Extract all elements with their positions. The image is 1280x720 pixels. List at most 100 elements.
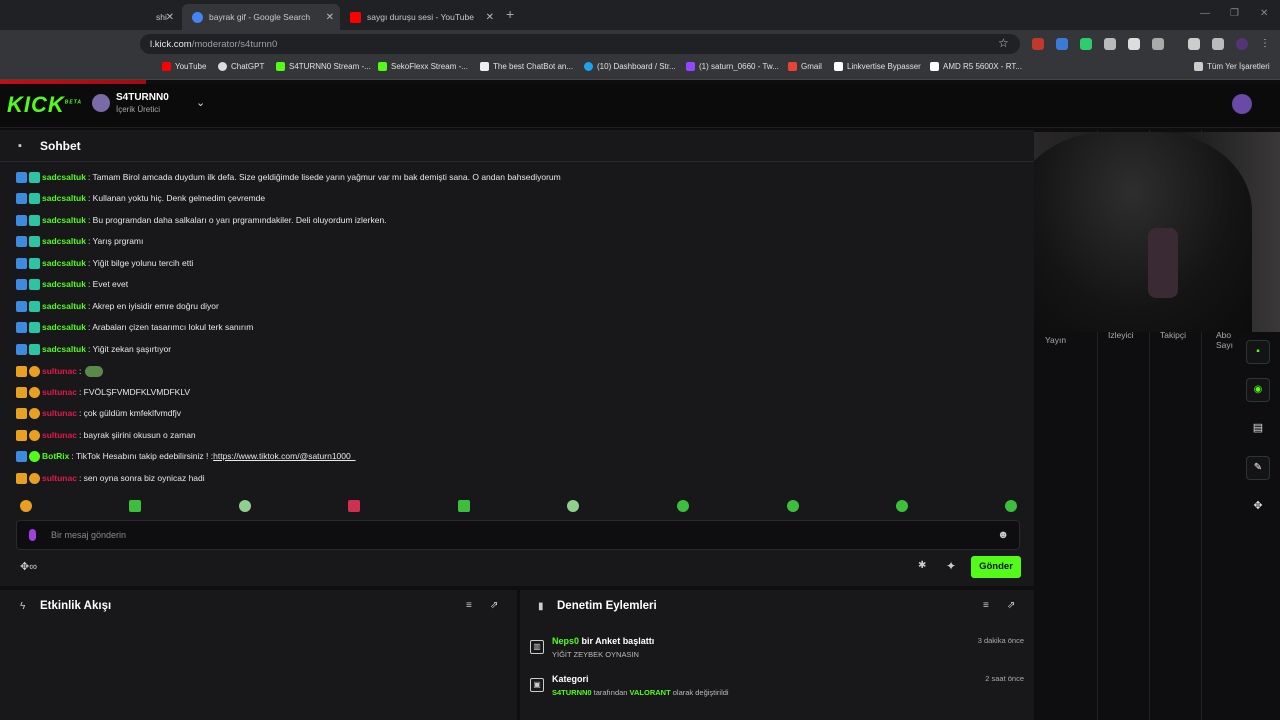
username[interactable]: sultunac — [42, 387, 77, 397]
message-text: : Yiğit bilge yolunu tercih etti — [87, 258, 194, 268]
broadcast-icon[interactable]: ◉ — [1246, 378, 1270, 402]
poll-icon: ▥ — [530, 640, 544, 654]
emote-icon[interactable] — [20, 500, 32, 512]
points-icon[interactable]: ✥ — [1246, 494, 1270, 518]
close-icon[interactable]: ✕ — [166, 12, 174, 23]
media-icon[interactable] — [1212, 38, 1224, 50]
browser-tab[interactable]: shi ✕ — [146, 4, 180, 30]
emote-icon[interactable] — [129, 500, 141, 512]
close-icon[interactable]: ✕ — [326, 12, 334, 23]
chat-icon[interactable]: ▪ — [1246, 340, 1270, 364]
username[interactable]: sultunac — [42, 408, 77, 418]
bookmark-item[interactable]: S4TURNN0 Stream -... — [276, 62, 371, 71]
username[interactable]: sadcsaltuk — [42, 279, 86, 289]
popout-icon[interactable]: ⇗ — [1007, 600, 1015, 611]
profile-avatar[interactable] — [1236, 38, 1248, 50]
bookmark-item[interactable]: YouTube — [162, 62, 206, 71]
gear-icon[interactable]: ✱ — [918, 560, 926, 571]
message-text: : TikTok Hesabını takip edebilirsiniz ! … — [71, 451, 214, 461]
username[interactable]: sadcsaltuk — [42, 236, 86, 246]
kick-logo[interactable]: KICKBETA — [7, 92, 82, 118]
chat-input[interactable]: Bir mesaj gönderin ☻ — [16, 520, 1020, 550]
username[interactable]: sadcsaltuk — [42, 301, 86, 311]
username[interactable]: sadcsaltuk — [42, 344, 86, 354]
bookmark-item[interactable]: (10) Dashboard / Str... — [584, 62, 676, 71]
extension-icon[interactable] — [1056, 38, 1068, 50]
extension-icon[interactable] — [1104, 38, 1116, 50]
close-window-icon[interactable]: ✕ — [1260, 8, 1268, 19]
mod-badge-icon — [16, 278, 27, 290]
extension-icon[interactable] — [1128, 38, 1140, 50]
channel-avatar[interactable] — [92, 94, 110, 112]
minimize-icon[interactable]: — — [1200, 8, 1210, 19]
emote-icon[interactable] — [348, 500, 360, 512]
username[interactable]: sadcsaltuk — [42, 258, 86, 268]
bookmark-item[interactable]: Gmail — [788, 62, 822, 71]
maximize-icon[interactable]: ❐ — [1230, 8, 1239, 19]
tab-title: saygı duruşu sesi - YouTube — [367, 12, 474, 22]
emote-icon[interactable] — [567, 500, 579, 512]
wrench-icon[interactable]: ✎ — [1246, 456, 1270, 480]
puzzle-icon[interactable] — [1152, 38, 1164, 50]
sub-badge-icon — [29, 300, 40, 312]
bookmark-item[interactable]: Linkvertise Bypasser — [834, 62, 921, 71]
bookmark-folder[interactable]: Tüm Yer İşaretleri — [1194, 62, 1270, 71]
close-icon[interactable]: ✕ — [486, 12, 494, 23]
chat-tools-icon[interactable]: ✥∞ — [20, 560, 37, 573]
bookmark-star-icon[interactable]: ☆ — [998, 36, 1009, 50]
username[interactable]: sadcsaltuk — [42, 322, 86, 332]
google-icon — [192, 11, 203, 23]
bookmark-item[interactable]: The best ChatBot an... — [480, 62, 573, 71]
menu-icon[interactable]: ⋮ — [1260, 38, 1272, 50]
points-icon[interactable]: ✦ — [946, 559, 956, 573]
mic-icon[interactable] — [29, 529, 36, 541]
lightning-icon: ϟ — [20, 601, 26, 612]
username[interactable]: sadcsaltuk — [42, 215, 86, 225]
bookmark-item[interactable]: ChatGPT — [218, 62, 264, 71]
emote-icon[interactable] — [677, 500, 689, 512]
mod-badge-icon — [16, 257, 27, 269]
sub-badge-icon — [29, 171, 40, 183]
chevron-down-icon[interactable]: ⌄ — [196, 96, 205, 109]
emote-icon[interactable] — [239, 500, 251, 512]
sub-badge-icon — [29, 321, 40, 333]
message-link[interactable]: https://www.tiktok.com/@saturn1000_ — [213, 451, 355, 461]
download-icon[interactable] — [1188, 38, 1200, 50]
user-avatar[interactable] — [1232, 94, 1252, 114]
mod-action: Kategori — [552, 674, 589, 684]
chat-message: BotRix: TikTok Hesabını takip edebilirsi… — [16, 448, 355, 464]
username[interactable]: BotRix — [42, 451, 69, 461]
mod-badge-icon — [16, 321, 27, 333]
popout-icon[interactable]: ⇗ — [490, 600, 498, 611]
message-text: : Arabaları çizen tasarımcı lokul terk s… — [87, 322, 254, 332]
emote-icon[interactable] — [458, 500, 470, 512]
username[interactable]: sultunac — [42, 473, 77, 483]
username[interactable]: sadcsaltuk — [42, 193, 86, 203]
chat-message: sadcsaltuk: Yiğit bilge yolunu tercih et… — [16, 255, 193, 271]
message-text: : Akrep en iyisidir emre doğru diyor — [87, 301, 219, 311]
extension-icon[interactable] — [1032, 38, 1044, 50]
filter-icon[interactable]: ≡ — [983, 600, 989, 611]
browser-tab[interactable]: bayrak gif - Google Search ✕ — [182, 4, 340, 30]
bookmark-item[interactable]: SekoFlexx Stream -... — [378, 62, 468, 71]
youtube-icon — [350, 11, 361, 23]
bot-badge-icon — [29, 450, 40, 462]
emote-icon[interactable] — [787, 500, 799, 512]
send-button[interactable]: Gönder — [971, 556, 1021, 578]
username[interactable]: sultunac — [42, 366, 77, 376]
channel-name: S4TURNN0 — [116, 92, 169, 103]
url-field[interactable]: l.kick.com/moderator/s4turnn0 — [140, 34, 1020, 54]
print-icon[interactable]: ▤ — [1246, 416, 1270, 440]
username[interactable]: sadcsaltuk — [42, 172, 86, 182]
emote-icon[interactable] — [896, 500, 908, 512]
filter-icon[interactable]: ≡ — [466, 600, 472, 611]
new-tab-icon[interactable]: + — [506, 6, 514, 22]
emote-icon[interactable] — [1005, 500, 1017, 512]
browser-tab[interactable]: saygı duruşu sesi - YouTube ✕ — [340, 4, 500, 30]
bookmark-item[interactable]: (1) saturn_0660 - Tw... — [686, 62, 779, 71]
emoji-icon[interactable]: ☻ — [997, 529, 1009, 541]
extension-icon[interactable] — [1080, 38, 1092, 50]
username[interactable]: sultunac — [42, 430, 77, 440]
sub-badge-icon — [29, 343, 40, 355]
bookmark-item[interactable]: AMD R5 5600X - RT... — [930, 62, 1022, 71]
